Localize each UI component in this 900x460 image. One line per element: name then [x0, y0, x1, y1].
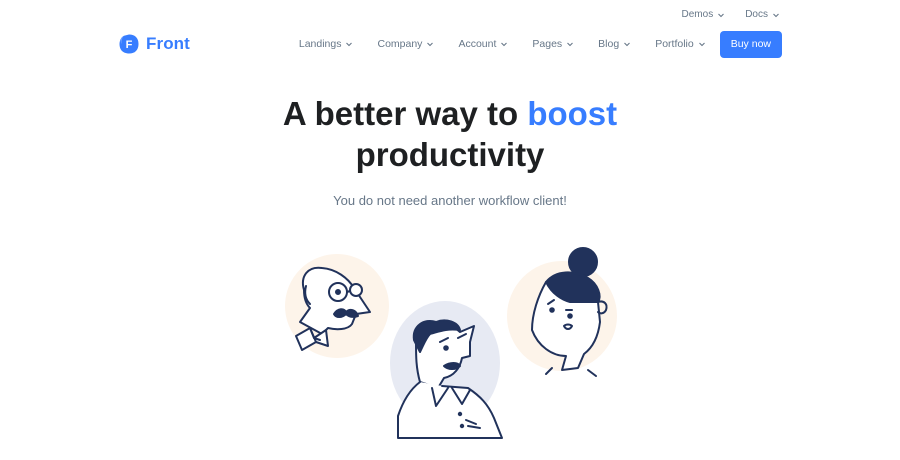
- topbar-item-label: Demos: [681, 9, 714, 20]
- hero-title-suffix: productivity: [355, 136, 545, 173]
- hero-section: A better way to boost productivity You d…: [0, 93, 900, 208]
- top-utility-bar: Demos Docs: [682, 9, 780, 20]
- brand-logo-link[interactable]: F Front: [118, 33, 190, 55]
- chevron-down-icon: [566, 40, 574, 48]
- nav-item-pages[interactable]: Pages: [520, 38, 586, 50]
- nav-item-label: Company: [377, 38, 423, 50]
- nav-item-portfolio[interactable]: Portfolio: [643, 38, 720, 50]
- hero-subtitle: You do not need another workflow client!: [333, 193, 567, 208]
- nav-item-account[interactable]: Account: [446, 38, 520, 50]
- chevron-down-icon: [345, 40, 353, 48]
- chevron-down-icon: [426, 40, 434, 48]
- front-logo-icon: F: [118, 33, 140, 55]
- topbar-item-demos[interactable]: Demos: [682, 9, 726, 20]
- hero-title: A better way to boost productivity: [0, 93, 900, 175]
- brand-name: Front: [146, 34, 190, 53]
- main-navbar: F Front Landings Company Account Pages B…: [118, 30, 782, 58]
- topbar-item-docs[interactable]: Docs: [745, 9, 780, 20]
- nav-item-blog[interactable]: Blog: [586, 38, 643, 50]
- nav-item-label: Landings: [298, 38, 342, 50]
- topbar-item-label: Docs: [745, 9, 768, 20]
- svg-text:F: F: [126, 39, 133, 51]
- chevron-down-icon: [772, 11, 780, 19]
- chevron-down-icon: [500, 40, 508, 48]
- nav-item-label: Pages: [532, 38, 563, 50]
- hero-title-prefix: A better way to: [282, 95, 519, 132]
- nav-item-label: Account: [458, 38, 497, 50]
- nav-item-landings[interactable]: Landings: [287, 38, 366, 50]
- hero-illustration: [270, 238, 630, 460]
- nav-item-label: Portfolio: [655, 38, 694, 50]
- chevron-down-icon: [623, 40, 631, 48]
- nav-menu: Landings Company Account Pages Blog Port…: [287, 30, 782, 58]
- chevron-down-icon: [717, 11, 725, 19]
- buy-now-button[interactable]: Buy now: [719, 30, 782, 58]
- nav-item-label: Blog: [598, 38, 620, 50]
- hero-title-highlight: boost: [527, 95, 618, 132]
- chevron-down-icon: [698, 40, 706, 48]
- nav-item-company[interactable]: Company: [365, 38, 446, 50]
